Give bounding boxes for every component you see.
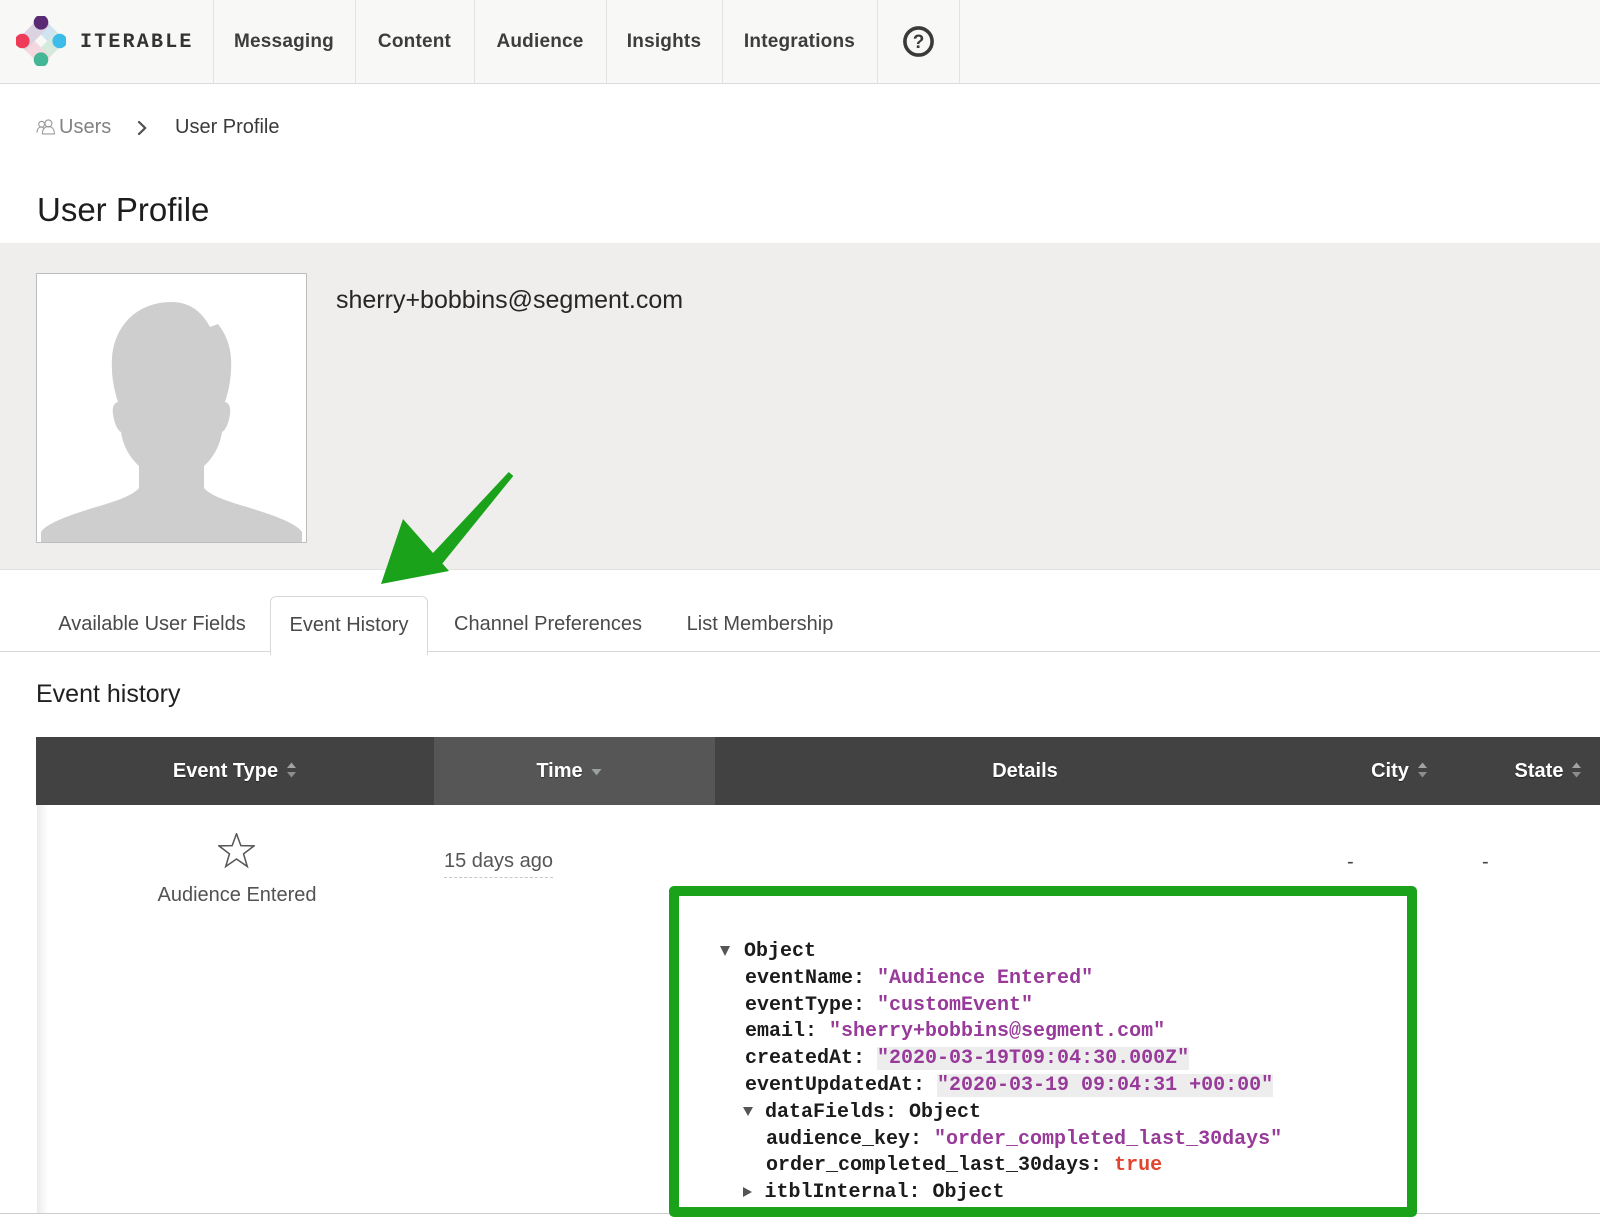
svg-text:?: ? <box>913 32 925 53</box>
